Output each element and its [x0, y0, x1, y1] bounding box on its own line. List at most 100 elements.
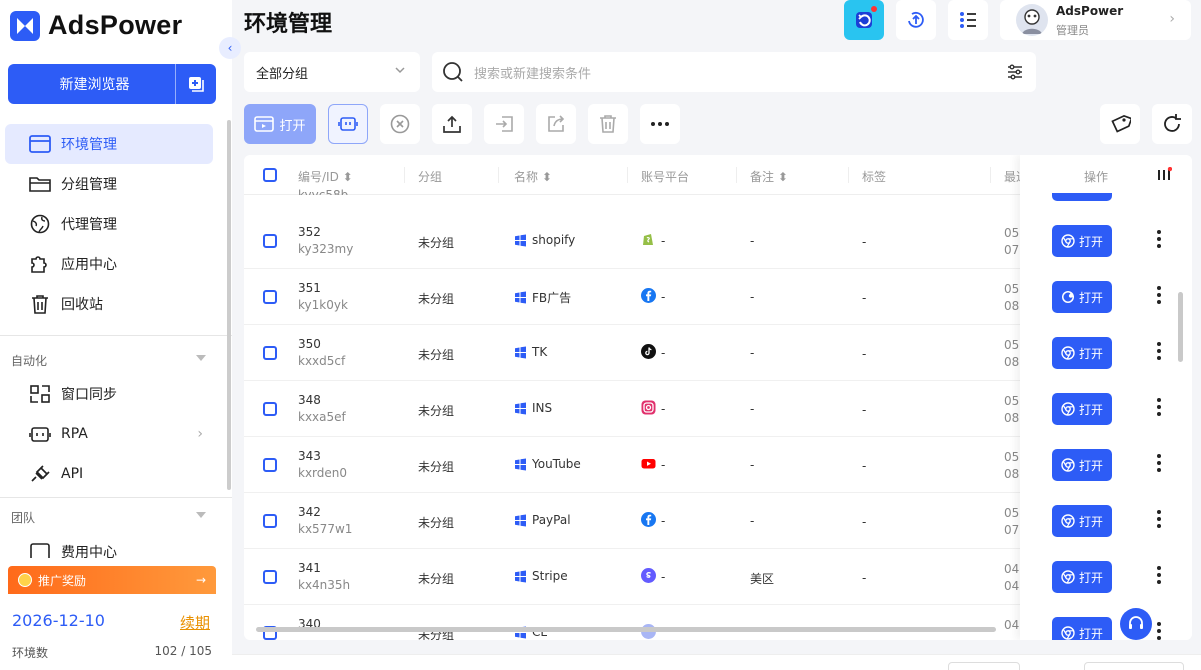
column-header-note[interactable]: 备注 ⬍	[750, 168, 788, 185]
group-select[interactable]: 全部分组	[244, 52, 420, 92]
platform-text: -	[661, 346, 666, 360]
avatar	[1016, 4, 1048, 36]
open-profile-button[interactable]: 打开	[1052, 393, 1112, 425]
profile-name[interactable]: Stripe	[514, 569, 568, 583]
sidebar-item-env-management[interactable]: 环境管理	[5, 124, 213, 164]
open-profile-button[interactable]: 打开	[1052, 225, 1112, 257]
row-more-icon[interactable]	[1156, 453, 1162, 478]
sidebar-item-window-sync[interactable]: 窗口同步	[5, 374, 213, 414]
row-checkbox[interactable]	[263, 346, 277, 360]
row-checkbox[interactable]	[263, 570, 277, 584]
row-more-icon[interactable]	[1156, 509, 1162, 534]
column-settings-icon[interactable]	[1156, 166, 1173, 187]
task-list-button[interactable]	[948, 0, 988, 40]
row-checkbox[interactable]	[263, 234, 277, 248]
row-checkbox[interactable]	[263, 514, 277, 528]
platform-cell: -	[641, 512, 665, 530]
open-profile-label: 打开	[1078, 626, 1103, 641]
sidebar-item-group-management[interactable]: 分组管理	[5, 164, 213, 204]
select-all-checkbox[interactable]	[263, 168, 277, 182]
sync-upload-button[interactable]	[896, 0, 936, 40]
profile-name[interactable]: FB广告	[514, 289, 571, 306]
close-circle-icon	[390, 114, 410, 134]
open-profile-button[interactable]: 打开	[1052, 617, 1112, 640]
batch-open-button[interactable]: 打开	[244, 104, 316, 144]
row-checkbox[interactable]	[263, 402, 277, 416]
row-more-icon[interactable]	[1156, 621, 1162, 640]
platform-text: -	[661, 514, 666, 528]
profile-name-text: FB广告	[532, 291, 572, 305]
rpa-button[interactable]	[328, 104, 368, 144]
section-automation[interactable]: 自动化	[11, 352, 206, 369]
collapse-sidebar-button[interactable]: ‹	[219, 37, 241, 59]
app-logo[interactable]: AdsPower	[10, 10, 182, 41]
refresh-button[interactable]	[1152, 104, 1192, 144]
horizontal-scrollbar[interactable]	[256, 627, 996, 632]
more-horizontal-icon	[651, 122, 669, 126]
windows-icon	[515, 346, 526, 358]
row-more-icon[interactable]	[1156, 229, 1162, 254]
pagination-size-select[interactable]	[948, 662, 1020, 670]
sidebar-item-label: 分组管理	[61, 177, 117, 193]
pagination-jump[interactable]	[1084, 662, 1184, 670]
return-button[interactable]	[844, 0, 884, 40]
profile-tag: -	[862, 403, 867, 417]
filter-settings-icon[interactable]	[1006, 63, 1024, 85]
column-header-group: 分组	[418, 170, 443, 184]
row-more-icon[interactable]	[1156, 285, 1162, 310]
partial-open-button[interactable]	[1052, 193, 1112, 201]
support-button[interactable]	[1120, 608, 1152, 640]
row-more-icon[interactable]	[1156, 341, 1162, 366]
browser-window-icon	[254, 116, 275, 132]
open-profile-button[interactable]: 打开	[1052, 449, 1112, 481]
profile-name-text: shopify	[532, 233, 576, 247]
last-open-date: 05	[1004, 226, 1020, 240]
batch-add-icon[interactable]	[176, 75, 216, 93]
sidebar-item-label: 环境管理	[61, 137, 117, 153]
sidebar-item-recycle-bin[interactable]: 回收站	[5, 284, 213, 324]
profile-name[interactable]: INS	[514, 401, 552, 415]
search-input[interactable]: 搜索或新建搜索条件	[432, 52, 1036, 92]
open-profile-button[interactable]: 打开	[1052, 505, 1112, 537]
open-profile-button[interactable]: 打开	[1052, 337, 1112, 369]
sidebar-item-api[interactable]: API	[5, 454, 213, 494]
open-profile-button[interactable]: 打开	[1052, 281, 1112, 313]
sidebar-scrollbar[interactable]	[227, 120, 231, 490]
sidebar-item-rpa[interactable]: RPA ›	[5, 414, 213, 454]
last-open-date: 05	[1004, 394, 1020, 408]
share-button[interactable]	[536, 104, 576, 144]
upload-button[interactable]	[432, 104, 472, 144]
more-actions-button[interactable]	[640, 104, 680, 144]
sidebar-item-app-center[interactable]: 应用中心	[5, 244, 213, 284]
column-header-id[interactable]: 编号/ID ⬍	[298, 168, 353, 185]
open-profile-label: 打开	[1078, 290, 1103, 305]
last-open-time: 08	[1004, 411, 1020, 425]
profile-name[interactable]: YouTube	[514, 457, 581, 471]
section-team[interactable]: 团队	[11, 509, 206, 526]
vertical-scrollbar[interactable]	[1178, 292, 1183, 362]
platform-cell: -	[641, 400, 665, 418]
move-to-group-button[interactable]	[484, 104, 524, 144]
row-more-icon[interactable]	[1156, 397, 1162, 422]
user-menu[interactable]: AdsPower 管理员 ›	[1000, 0, 1191, 40]
profile-name[interactable]: PayPal	[514, 513, 571, 527]
profile-name[interactable]: shopify	[514, 233, 575, 247]
row-more-icon[interactable]	[1156, 565, 1162, 590]
platform-cell: -	[641, 344, 665, 362]
renew-link[interactable]: 续期	[180, 612, 210, 633]
delete-button[interactable]	[588, 104, 628, 144]
robot-icon	[29, 427, 51, 442]
profile-name[interactable]: TK	[514, 345, 547, 359]
open-profile-button[interactable]: 打开	[1052, 561, 1112, 593]
promo-title: 推广奖励	[38, 573, 87, 588]
row-checkbox[interactable]	[263, 458, 277, 472]
tag-button[interactable]	[1100, 104, 1140, 144]
new-browser-button[interactable]: 新建浏览器	[8, 64, 216, 104]
row-checkbox[interactable]	[263, 290, 277, 304]
column-header-name[interactable]: 名称 ⬍	[514, 168, 552, 185]
sidebar-item-billing[interactable]: 费用中心	[5, 532, 213, 558]
close-browsers-button[interactable]	[380, 104, 420, 144]
sidebar-item-label: RPA	[61, 426, 88, 442]
sidebar-item-proxy-management[interactable]: 代理管理	[5, 204, 213, 244]
promo-banner[interactable]: 推广奖励 →	[8, 566, 216, 594]
